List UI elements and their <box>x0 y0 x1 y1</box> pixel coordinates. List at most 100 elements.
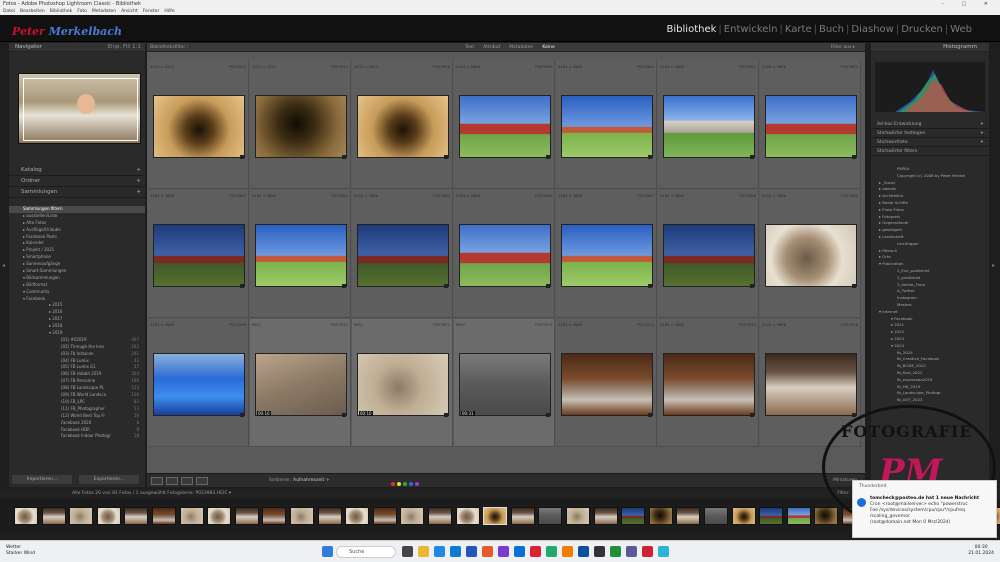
module-tab[interactable]: Karte <box>785 24 812 35</box>
filmstrip-thumbnail[interactable] <box>593 507 618 525</box>
terminal-icon[interactable] <box>594 546 605 557</box>
grid-view-icon[interactable] <box>151 477 163 485</box>
keyword-item[interactable]: ▸ 2021 <box>871 322 989 329</box>
photo-thumbnail[interactable] <box>663 353 755 416</box>
filmstrip-thumbnail[interactable] <box>372 507 397 525</box>
mail-icon[interactable] <box>434 546 445 557</box>
photo-thumbnail[interactable] <box>663 95 755 158</box>
filmstrip-thumbnail[interactable] <box>814 507 839 525</box>
compare-view-icon[interactable] <box>181 477 193 485</box>
badge-icon[interactable] <box>546 284 550 288</box>
collection-item[interactable]: (08) FB Landscape PL 123 <box>9 385 145 392</box>
collection-item[interactable]: (04) FB Lumix 43 <box>9 358 145 365</box>
keyword-item[interactable]: ▸ Boote Schiffe <box>871 200 989 207</box>
photo-thumbnail[interactable] <box>561 224 653 287</box>
photo-thumbnail[interactable] <box>561 95 653 158</box>
collection-item[interactable]: ▸ Smart-Sammlungen <box>9 268 145 275</box>
filmstrip-thumbnail[interactable] <box>234 507 259 525</box>
photo-thumbnail[interactable] <box>255 353 347 416</box>
keyword-item[interactable]: ▸ Erste Fotos <box>871 207 989 214</box>
navigator-zoom-options[interactable]: Einp. Fill 1:1 <box>108 43 141 52</box>
keyword-item[interactable]: 3_dolete_From <box>871 282 989 289</box>
collection-item[interactable]: Facebook HDR 8 <box>9 427 145 434</box>
thumbnail-cell[interactable]: 4032 x 3024 P023955 <box>148 61 249 189</box>
collection-item[interactable]: ▾ 2019 <box>9 330 145 337</box>
badge-icon[interactable] <box>648 284 652 288</box>
collection-item[interactable]: (02) Through the lens 163 <box>9 344 145 351</box>
filmstrip-thumbnail[interactable] <box>731 507 756 525</box>
photo-thumbnail[interactable] <box>663 224 755 287</box>
brave-icon[interactable] <box>482 546 493 557</box>
thumbnail-cell[interactable]: MOV P023972 00:10 <box>352 319 453 447</box>
badge-icon[interactable] <box>444 155 448 159</box>
keyword-item[interactable]: fb_HK_2019 <box>871 384 989 391</box>
survey-view-icon[interactable] <box>196 477 208 485</box>
thumbnail-cell[interactable]: 5184 x 3888 P023961 <box>658 61 759 189</box>
collection-item[interactable]: Facebook 2020 8 <box>9 420 145 427</box>
keyword-item[interactable]: Instagram <box>871 295 989 302</box>
badge-icon[interactable] <box>546 413 550 417</box>
filmstrip-thumbnail[interactable] <box>676 507 701 525</box>
filmstrip-thumbnail[interactable] <box>317 507 342 525</box>
collection-item[interactable]: ▸ Ausflüge/Urlaube <box>9 227 145 234</box>
weather-widget[interactable]: Wetter Starker Wind <box>6 545 35 557</box>
keyword-item[interactable]: Mastert <box>871 302 989 309</box>
collection-item[interactable]: ▸ Smartphone <box>9 254 145 261</box>
keyword-item[interactable]: ▸ Architektur <box>871 193 989 200</box>
green-label-icon[interactable] <box>403 482 407 486</box>
sort-select[interactable]: Aufnahmezeit ÷ <box>293 474 329 488</box>
keyword-item[interactable]: ▸ _Kunst <box>871 180 989 187</box>
filmstrip-thumbnail[interactable] <box>69 507 94 525</box>
photo-thumbnail[interactable] <box>357 95 449 158</box>
keywording-header[interactable]: Stichwörter festlegen ▾ <box>871 129 989 138</box>
thumbnail-cell[interactable]: MOV P023973 00:31 <box>454 319 555 447</box>
badge-icon[interactable] <box>342 284 346 288</box>
keyword-item[interactable]: ▸ abends <box>871 186 989 193</box>
yellow-label-icon[interactable] <box>397 482 401 486</box>
keyword-item[interactable]: Copyright (c) 2008 by Peter Merkel <box>871 173 989 180</box>
menu-item[interactable]: Ansicht <box>121 9 138 14</box>
filmstrip-thumbnail[interactable] <box>14 507 38 525</box>
collection-item[interactable]: (07) FB Personne 196 <box>9 378 145 385</box>
badge-icon[interactable] <box>240 155 244 159</box>
keyword-item[interactable]: ▾ Facebook <box>871 316 989 323</box>
thumbnail-cell[interactable]: 5184 x 3888 P023964 <box>352 190 453 318</box>
keyword-item[interactable]: ▾ Publication <box>871 261 989 268</box>
system-clock[interactable]: 00:30 21.01.2024 <box>968 545 994 557</box>
app-icon[interactable] <box>658 546 669 557</box>
task-view-icon[interactable] <box>402 546 413 557</box>
collection-item[interactable]: ▸ Projekt / 2021 <box>9 247 145 254</box>
blue-label-icon[interactable] <box>409 482 413 486</box>
filmstrip-thumbnail[interactable] <box>152 507 176 525</box>
filmstrip-thumbnail[interactable] <box>345 507 370 525</box>
module-tab[interactable]: Diashow <box>851 24 893 35</box>
module-tab[interactable]: Drucken <box>901 24 943 35</box>
keyword-item[interactable]: ▾ 2024 <box>871 343 989 350</box>
filter-preset[interactable]: Filter aus ▸ <box>831 43 855 52</box>
badge-icon[interactable] <box>852 413 856 417</box>
filmstrip-thumbnail[interactable] <box>704 507 728 525</box>
collection-item[interactable]: ▸ 2016 <box>9 309 145 316</box>
collection-item[interactable]: ▾ Community <box>9 289 145 296</box>
filmstrip-thumbnail[interactable] <box>759 507 784 525</box>
badge-icon[interactable] <box>852 155 856 159</box>
badge-icon[interactable] <box>648 155 652 159</box>
thumbnail-cell[interactable]: 5184 x 3888 P023960 <box>454 61 555 189</box>
keyword-item[interactable]: fb_Kosi_2022 <box>871 370 989 377</box>
keyword-item[interactable]: ▸ gesteigert <box>871 227 989 234</box>
keyword-item[interactable]: ▸ Gegenstände <box>871 220 989 227</box>
thumbnail-cell[interactable]: 5184 x 3888 P023975 <box>658 319 759 447</box>
thumbnail-cell[interactable]: 4032 x 3024 P023930 <box>250 61 351 189</box>
thumbnail-cell[interactable]: 5184 x 3888 P023999 <box>148 319 249 447</box>
keyword-item[interactable]: ▾ Internet <box>871 309 989 316</box>
thumbnail-cell[interactable]: 5184 x 3888 P023963 <box>148 190 249 318</box>
right-panel-toggle-icon[interactable]: ▸ <box>992 262 995 269</box>
photo-thumbnail[interactable] <box>357 224 449 287</box>
menu-item[interactable]: Hilfe <box>164 9 174 14</box>
filmstrip-thumbnail[interactable] <box>566 507 590 525</box>
menu-item[interactable]: Metadaten <box>92 9 116 14</box>
thumbnail-cell[interactable]: MOV P023970 00:10 <box>250 319 351 447</box>
keyword-item[interactable]: A_Twitter <box>871 288 989 295</box>
panel-section-header[interactable]: Sammlungen + <box>9 187 145 198</box>
badge-icon[interactable] <box>444 284 448 288</box>
